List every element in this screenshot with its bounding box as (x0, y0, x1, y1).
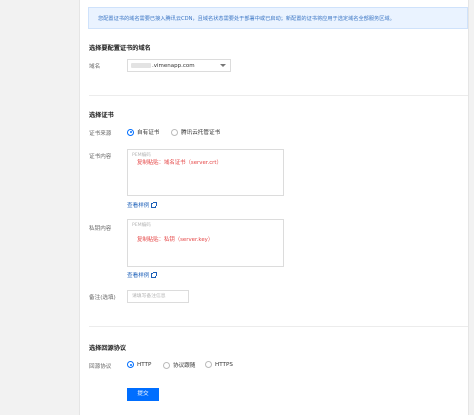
radio-own-cert[interactable]: 自有证书 (127, 128, 159, 136)
masked-text (131, 63, 151, 68)
external-link-icon (151, 201, 158, 208)
cert-source-label: 证书来源 (89, 131, 112, 137)
remark-label: 备注(选填) (89, 295, 116, 301)
radio-http[interactable]: HTTP (127, 361, 151, 368)
origin-protocol-label: 回源协议 (89, 364, 112, 370)
divider (89, 326, 468, 327)
external-link-icon (151, 271, 158, 278)
key-sample-link[interactable]: 查看样例 (127, 271, 158, 279)
submit-button[interactable]: 提交 (127, 388, 159, 401)
cert-sample-link[interactable]: 查看样例 (127, 201, 158, 209)
domain-select-value: .vimenapp.com (131, 63, 195, 69)
radio-hosted-cert[interactable]: 腾讯云托管证书 (171, 128, 220, 136)
key-content-placeholder: PEM编码 (132, 223, 151, 228)
right-edge (468, 0, 474, 415)
remark-input-wrapper (127, 290, 189, 303)
chevron-down-icon (220, 64, 226, 67)
origin-section-title: 选择回源协议 (89, 345, 127, 352)
key-content-note: 复制粘贴：私钥（server.key） (137, 237, 214, 243)
cert-content-label: 证书内容 (89, 154, 112, 160)
radio-icon (127, 361, 134, 368)
domain-select[interactable]: .vimenapp.com (127, 59, 231, 72)
radio-icon (171, 128, 178, 136)
radio-icon (127, 128, 134, 136)
domain-label: 域名 (89, 64, 101, 70)
radio-icon (205, 361, 212, 368)
key-content-label: 私钥内容 (89, 226, 112, 232)
radio-https[interactable]: HTTPS (205, 361, 233, 368)
cert-content-note: 复制粘贴：域名证书（server.crt） (137, 160, 222, 166)
cert-section-title: 选择证书 (89, 112, 114, 119)
info-notice: 您配置证书的域名需要已接入腾讯云CDN，且域名状态需要处于部署中或已启动；新配置… (88, 7, 468, 29)
main-panel: 您配置证书的域名需要已接入腾讯云CDN，且域名状态需要处于部署中或已启动；新配置… (80, 0, 468, 415)
radio-protocol-follow[interactable]: 协议跟随 (163, 361, 195, 369)
key-content-textarea[interactable]: PEM编码 复制粘贴：私钥（server.key） (127, 219, 284, 267)
domain-section-title: 选择要配置证书的域名 (89, 45, 151, 52)
remark-input[interactable] (128, 291, 188, 302)
radio-icon (163, 361, 170, 369)
cert-content-textarea[interactable]: PEM编码 复制粘贴：域名证书（server.crt） (127, 149, 284, 196)
left-sidebar (0, 0, 80, 415)
divider (89, 95, 468, 96)
